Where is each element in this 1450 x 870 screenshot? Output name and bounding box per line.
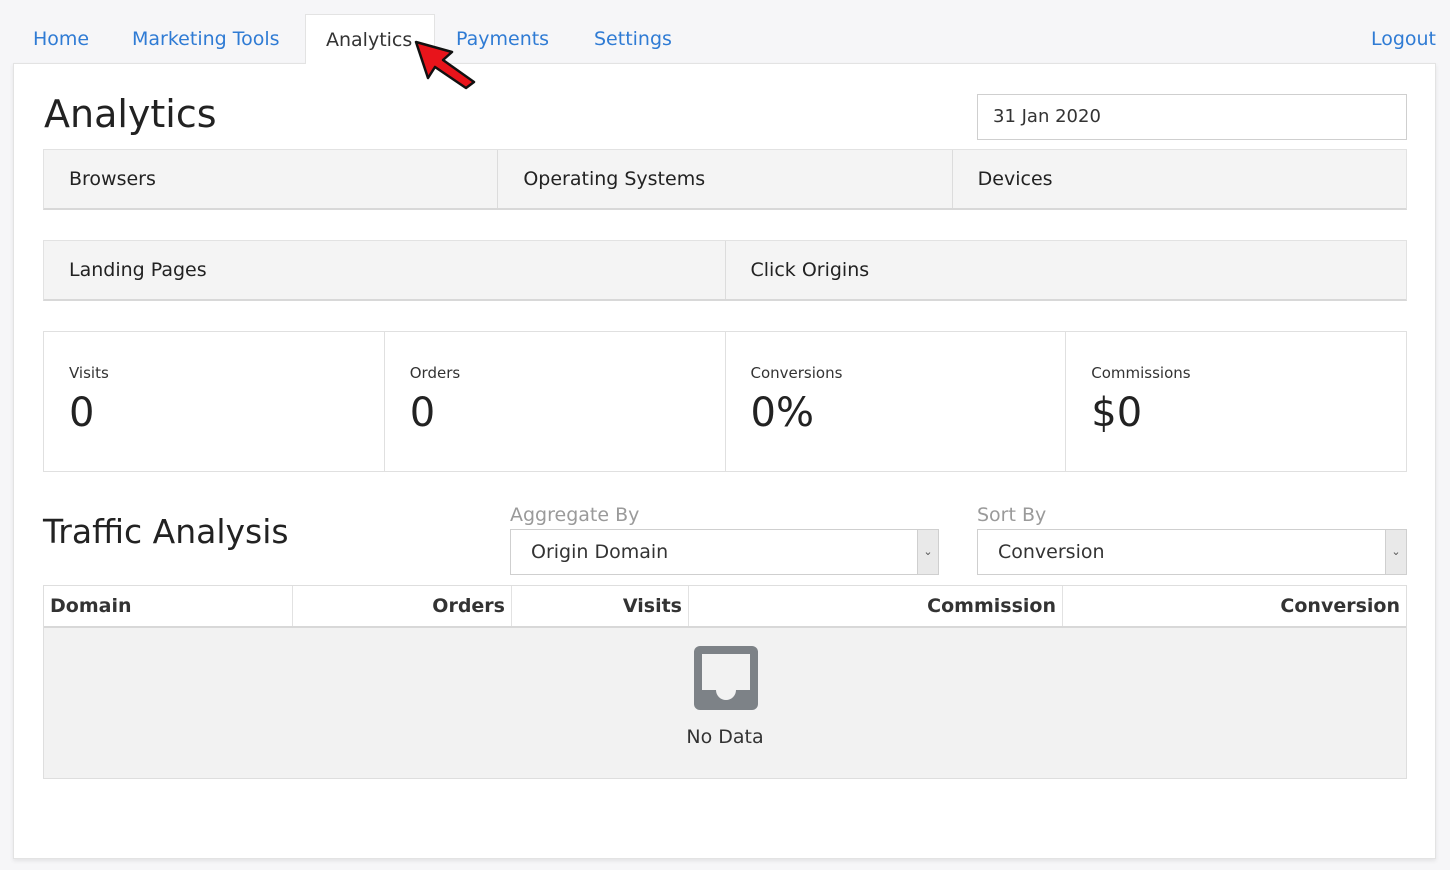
chevron-down-icon: ⌄	[917, 530, 938, 574]
date-picker-input[interactable]: 31 Jan 2020	[977, 94, 1407, 140]
stat-conversions: Conversions 0%	[724, 332, 1066, 471]
stat-value: 0%	[750, 390, 814, 436]
report-tab-browsers[interactable]: Browsers	[44, 150, 497, 208]
nav-tab-home[interactable]: Home	[33, 14, 89, 64]
stat-label: Orders	[409, 364, 461, 382]
stat-orders: Orders 0	[383, 332, 725, 471]
stat-value: 0	[69, 390, 95, 436]
chevron-down-icon: ⌄	[1385, 530, 1406, 574]
column-header-commission[interactable]: Commission	[688, 586, 1062, 626]
stat-label: Visits	[69, 364, 109, 382]
report-tabs-row-2: Landing Pages Click Origins	[43, 240, 1407, 301]
column-header-domain[interactable]: Domain	[44, 586, 292, 626]
stat-commissions: Commissions $0	[1065, 332, 1406, 471]
traffic-analysis-title: Traffic Analysis	[43, 512, 289, 551]
logout-link[interactable]: Logout	[1371, 14, 1436, 64]
no-data-message: No Data	[686, 726, 764, 748]
table-body: No Data	[44, 628, 1406, 778]
report-tabs-row-1: Browsers Operating Systems Devices	[43, 149, 1407, 210]
stat-visits: Visits 0	[44, 332, 384, 471]
column-header-conversion[interactable]: Conversion	[1062, 586, 1406, 626]
stat-label: Commissions	[1091, 364, 1191, 382]
column-header-visits[interactable]: Visits	[511, 586, 688, 626]
page-title: Analytics	[44, 92, 217, 136]
nav-tab-marketing-tools[interactable]: Marketing Tools	[132, 14, 280, 64]
red-pointer-arrow-icon	[414, 40, 476, 90]
stat-value: $0	[1091, 390, 1143, 436]
top-navigation: Home Marketing Tools Analytics Payments …	[0, 0, 1450, 64]
table-header: Domain Orders Visits Commission Conversi…	[44, 586, 1406, 628]
traffic-table: Domain Orders Visits Commission Conversi…	[43, 585, 1407, 779]
aggregate-by-value: Origin Domain	[531, 541, 669, 563]
stat-value: 0	[409, 390, 436, 436]
report-tab-landing-pages[interactable]: Landing Pages	[44, 241, 725, 299]
aggregate-by-select[interactable]: Origin Domain ⌄	[510, 529, 939, 575]
report-tab-operating-systems[interactable]: Operating Systems	[497, 150, 951, 208]
report-tab-click-origins[interactable]: Click Origins	[724, 241, 1407, 299]
sort-by-value: Conversion	[998, 541, 1105, 563]
aggregate-by-label: Aggregate By	[510, 504, 640, 526]
stats-summary: Visits 0 Orders 0 Conversions 0% Commiss…	[43, 331, 1407, 472]
column-header-orders[interactable]: Orders	[292, 586, 511, 626]
stat-label: Conversions	[750, 364, 843, 382]
analytics-panel: Analytics 31 Jan 2020 Browsers Operating…	[13, 63, 1436, 859]
report-tab-devices[interactable]: Devices	[951, 150, 1406, 208]
inbox-icon	[694, 646, 758, 710]
sort-by-select[interactable]: Conversion ⌄	[977, 529, 1407, 575]
sort-by-label: Sort By	[977, 504, 1047, 526]
nav-tab-settings[interactable]: Settings	[594, 14, 672, 64]
